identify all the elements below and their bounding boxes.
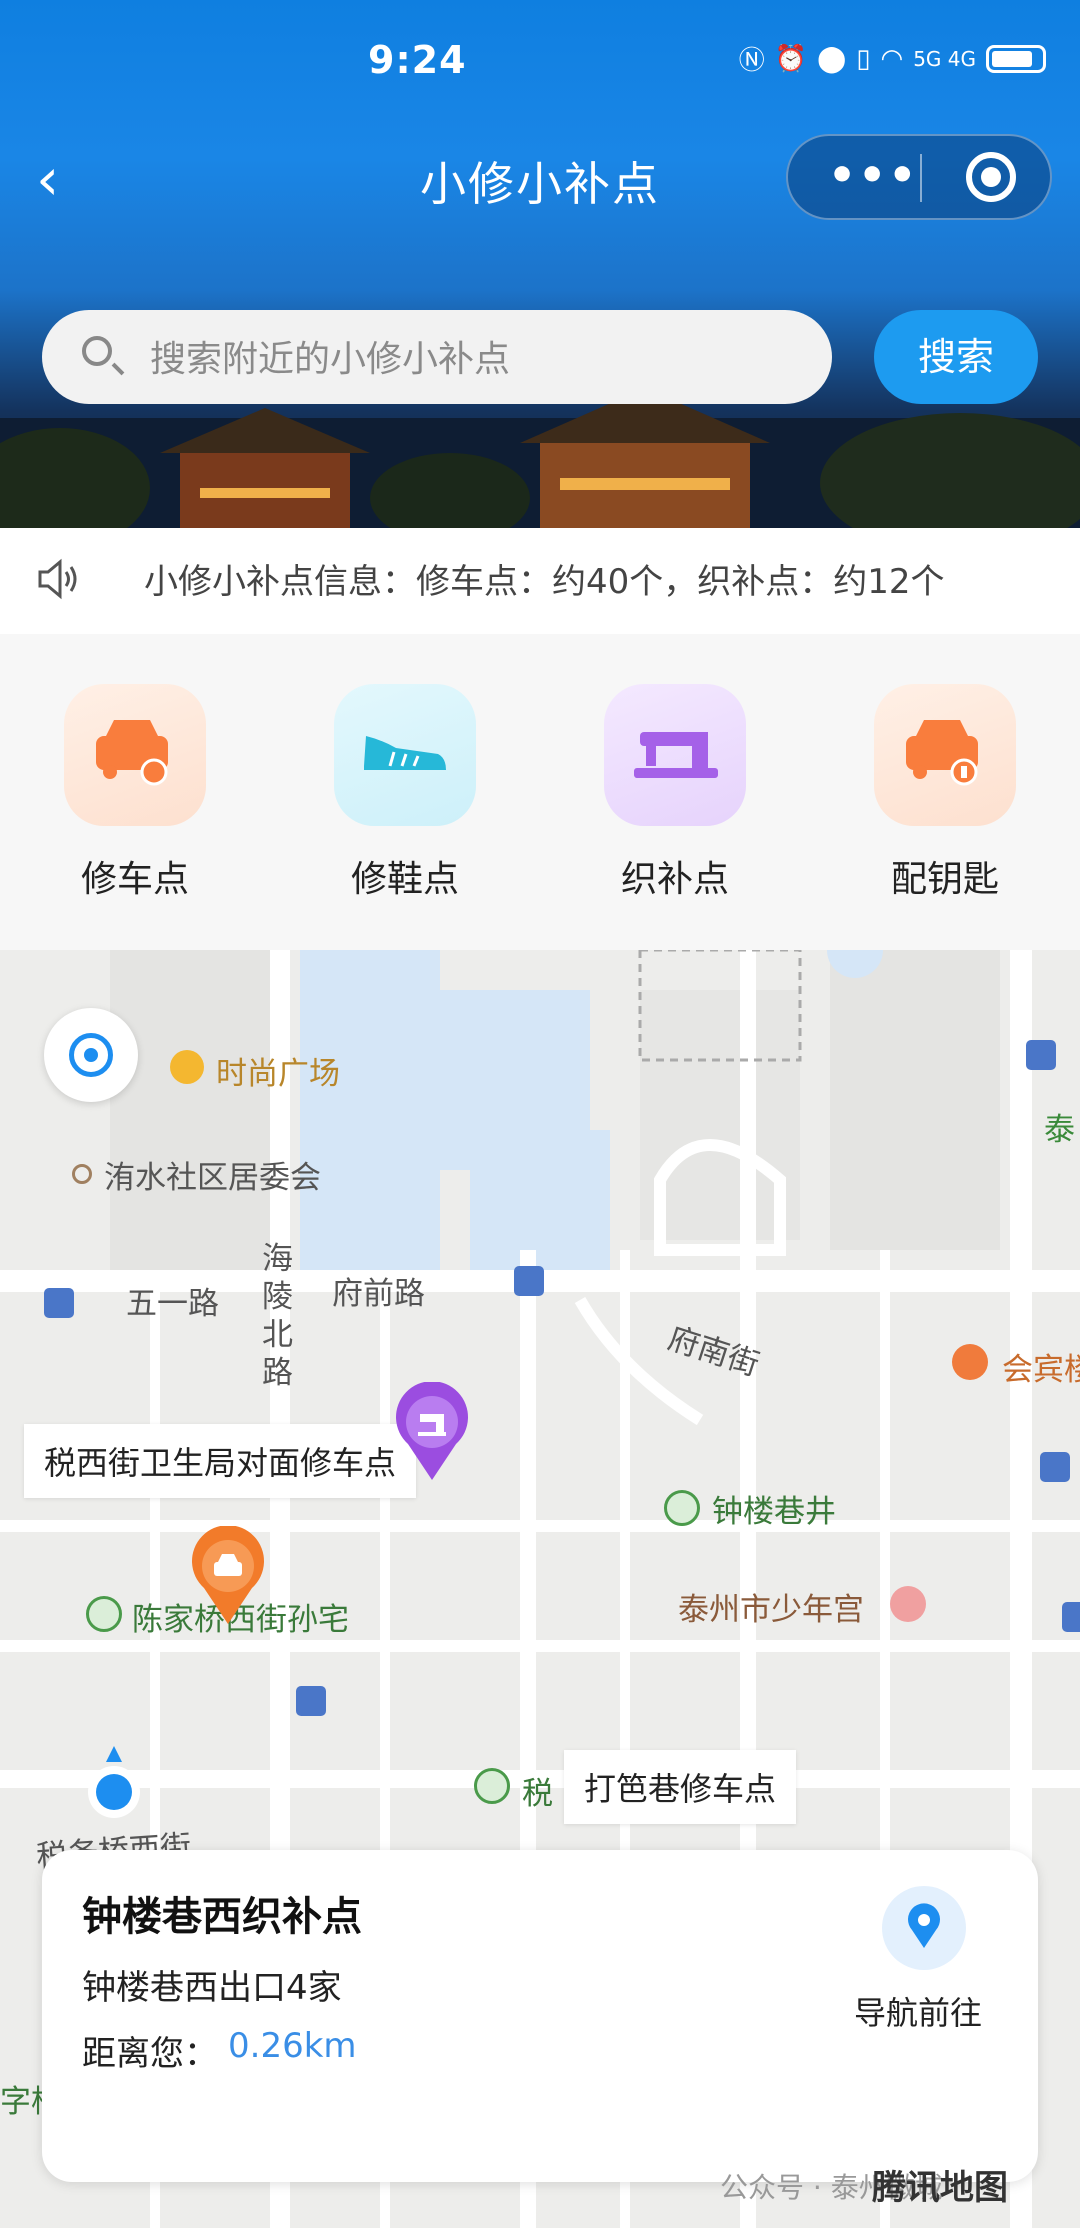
category-shoe-repair[interactable]: 修鞋点 — [320, 684, 490, 902]
category-car-repair[interactable]: 修车点 — [50, 684, 220, 902]
alarm-icon: ⏰ — [774, 43, 808, 74]
shoe-icon — [334, 684, 476, 826]
scenic-icon — [474, 1768, 510, 1804]
status-time: 9:24 — [368, 38, 467, 82]
navigate-button[interactable] — [882, 1886, 966, 1970]
search-placeholder: 搜索附近的小修小补点 — [150, 339, 511, 380]
sewing-machine-icon — [604, 684, 746, 826]
map-label-shui: 税 — [522, 1776, 553, 1812]
my-location-button[interactable] — [44, 1008, 138, 1102]
bus-stop-icon — [44, 1288, 74, 1318]
crosshair-icon — [69, 1033, 113, 1077]
sewing-pin-icon[interactable] — [390, 1382, 474, 1482]
battery-icon — [986, 44, 1046, 73]
more-button[interactable]: ••• — [828, 150, 918, 201]
speaker-icon — [38, 558, 77, 600]
category-label: 修车点 — [80, 859, 189, 900]
status-icons: Ⓝ ⏰ ⬤ ▯ ◠ 5G 4G — [739, 40, 1046, 77]
car-repair-icon — [64, 684, 206, 826]
category-label: 织补点 — [620, 859, 729, 900]
tencent-map-logo: 腾讯地图 — [872, 2168, 1008, 2208]
notice-bar: 小修小补点信息：修车点：约40个，织补点：约12个 — [0, 528, 1080, 634]
category-sewing[interactable]: 织补点 — [590, 684, 760, 902]
search-input[interactable]: 搜索附近的小修小补点 — [42, 310, 832, 404]
poi-title: 钟楼巷西织补点 — [82, 1894, 362, 1940]
palace-icon — [890, 1586, 926, 1622]
navigate-label[interactable]: 导航前往 — [854, 1988, 982, 2034]
bus-stop-icon — [514, 1266, 544, 1296]
user-position-icon — [88, 1746, 140, 1818]
bus-stop-icon — [1062, 1602, 1080, 1632]
search-button[interactable]: 搜索 — [874, 310, 1038, 404]
signal-label: 5G 4G — [913, 46, 976, 71]
key-car-icon — [874, 684, 1016, 826]
poi-bubble-dabaxiang[interactable]: 打笆巷修车点 — [564, 1750, 797, 1824]
map-label-shaoniangong[interactable]: 泰州市少年宫 — [678, 1584, 864, 1629]
bus-stop-icon — [296, 1686, 326, 1716]
vibrate-icon: ▯ — [856, 43, 871, 74]
restaurant-icon — [952, 1344, 988, 1380]
map-label-hailingbeilu: 海陵北路 — [262, 1241, 293, 1391]
well-icon — [664, 1490, 700, 1526]
map-label-huibin[interactable]: 会宾楼 — [1002, 1344, 1080, 1389]
location-icon: ⬤ — [817, 43, 847, 74]
poi-dot-icon — [72, 1164, 92, 1184]
map-label-zhonglouxiangjing[interactable]: 钟楼巷井 — [712, 1486, 836, 1531]
navigation-pin-icon — [908, 1903, 940, 1948]
mall-icon — [170, 1050, 204, 1084]
category-label: 修鞋点 — [350, 859, 459, 900]
category-grid: 修车点 修鞋点 织补点 配钥匙 — [0, 634, 1080, 950]
distance-label: 距离您： — [82, 2034, 218, 2074]
mini-program-capsule: ••• — [786, 134, 1052, 220]
map-label-wuyilu: 五一路 — [126, 1286, 219, 1322]
scenic-icon — [86, 1596, 122, 1632]
poi-address: 钟楼巷西出口4家 — [82, 1968, 342, 2008]
map-label-fuqianlu: 府前路 — [332, 1276, 425, 1312]
nfc-icon: Ⓝ — [738, 46, 765, 76]
category-label: 配钥匙 — [890, 859, 999, 900]
wifi-icon: ◠ — [880, 43, 904, 74]
capsule-divider — [920, 154, 922, 202]
notice-text: 小修小补点信息：修车点：约40个，织补点：约12个 — [144, 562, 945, 602]
map-label-qingshui[interactable]: 洧水社区居委会 — [104, 1152, 321, 1197]
category-key[interactable]: 配钥匙 — [860, 684, 1030, 902]
distance-value: 0.26km — [228, 2026, 357, 2066]
bus-stop-icon — [1026, 1040, 1056, 1070]
poi-info-card[interactable]: 钟楼巷西织补点 钟楼巷西出口4家 距离您： 0.26km 导航前往 — [42, 1850, 1038, 2182]
header-banner: 9:24 Ⓝ ⏰ ⬤ ▯ ◠ 5G 4G ‹ 小修小补点 ••• 搜索附近的小修… — [0, 0, 1080, 528]
map-label-tai: 泰 — [1044, 1112, 1075, 1148]
map-label-shishang[interactable]: 时尚广场 — [216, 1048, 340, 1093]
close-target-icon[interactable] — [966, 152, 1016, 202]
bus-stop-icon — [1040, 1452, 1070, 1482]
search-icon — [82, 336, 112, 366]
poi-bubble-shuixijie[interactable]: 税西街卫生局对面修车点 — [24, 1424, 417, 1498]
car-repair-pin-icon[interactable] — [186, 1526, 270, 1626]
